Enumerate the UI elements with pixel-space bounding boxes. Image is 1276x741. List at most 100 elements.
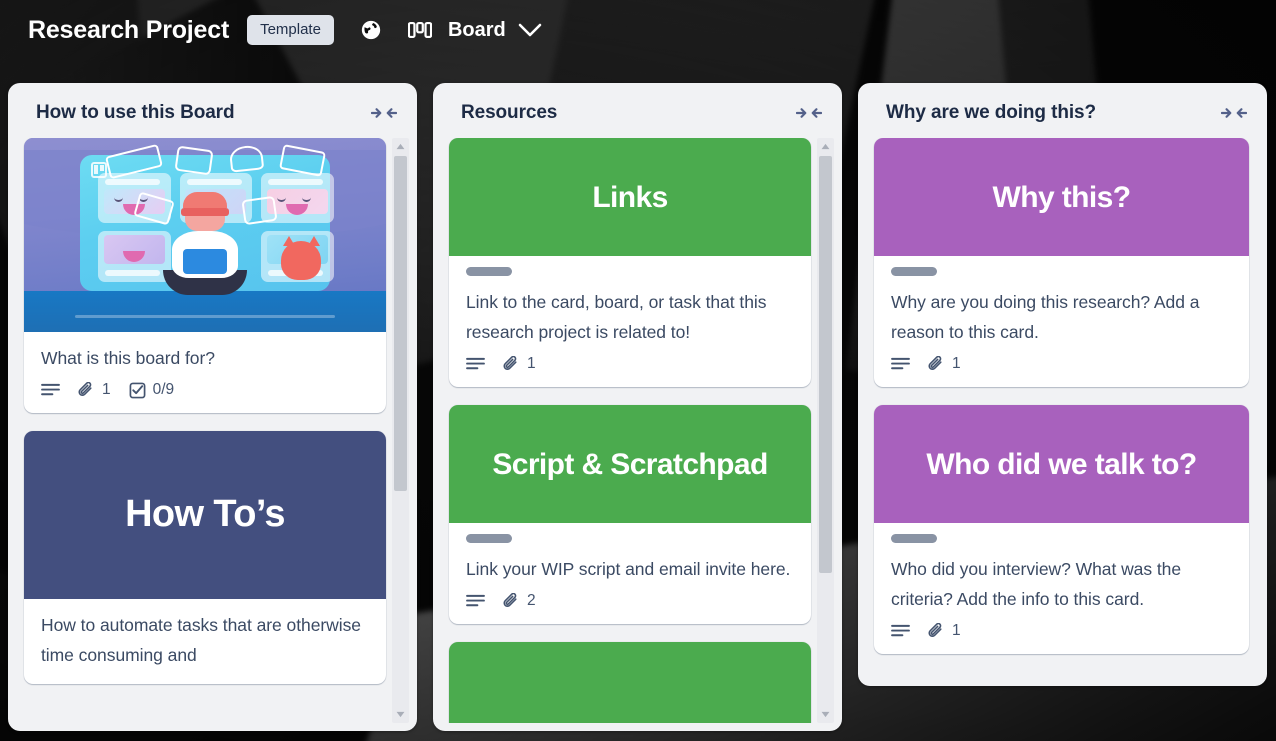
- thumbs-up-icon: [241, 195, 278, 226]
- attachment-badge: 1: [78, 381, 111, 399]
- card-cover-color: How To’s: [24, 431, 386, 600]
- board-header: Research Project Template Board: [0, 0, 1276, 60]
- card-body: Who did you interview? What was the crit…: [874, 523, 1249, 654]
- illustration-sea: [24, 291, 386, 332]
- card-why-this[interactable]: Why this? Why are you doing this researc…: [874, 138, 1249, 388]
- list-title: Resources: [461, 102, 558, 123]
- card-cover-title: How To’s: [125, 493, 285, 536]
- scrollbar-track[interactable]: [819, 156, 832, 705]
- card-body: Link to the card, board, or task that th…: [449, 256, 811, 387]
- template-badge[interactable]: Template: [247, 15, 334, 45]
- card-container: Why this? Why are you doing this researc…: [866, 138, 1259, 678]
- board-columns-icon[interactable]: [407, 21, 432, 39]
- card-label[interactable]: [891, 267, 937, 276]
- card-who-did-we-talk-to[interactable]: Who did we talk to? Who did you intervie…: [874, 405, 1249, 655]
- card-cover-color: Why this?: [874, 138, 1249, 256]
- list-resources: Resources Links Link to the card, board,…: [433, 83, 842, 731]
- card-links[interactable]: Links Link to the card, board, or task t…: [449, 138, 811, 388]
- card-badges: 1: [891, 355, 1232, 373]
- checklist-badge: 0/9: [129, 381, 175, 399]
- list-why-are-we-doing-this: Why are we doing this? Why this? Why are…: [858, 83, 1267, 686]
- illustration-cat: [281, 240, 321, 280]
- card-title: Link your WIP script and email invite he…: [466, 559, 791, 580]
- card-body: Link your WIP script and email invite he…: [449, 523, 811, 624]
- board-canvas: How to use this Board What is this board…: [0, 60, 1276, 741]
- card-container: Links Link to the card, board, or task t…: [441, 138, 813, 723]
- card-body: Why are you doing this research? Add a r…: [874, 256, 1249, 387]
- card-cover-color: [449, 642, 811, 723]
- scroll-down-icon[interactable]: [392, 706, 409, 723]
- illustration-mini-card: [98, 231, 171, 282]
- scroll-up-icon[interactable]: [817, 138, 834, 155]
- description-icon: [466, 357, 485, 372]
- list-body: Why this? Why are you doing this researc…: [866, 138, 1259, 678]
- scrollbar-track[interactable]: [394, 156, 407, 705]
- attachment-count: 1: [102, 381, 111, 399]
- collapse-list-icon[interactable]: [1221, 106, 1247, 120]
- page-title: Research Project: [28, 15, 230, 44]
- card-cover-color: Who did we talk to?: [874, 405, 1249, 524]
- list-title: How to use this Board: [36, 102, 235, 123]
- card-badges: 1 0/9: [41, 381, 369, 399]
- card-cover-title: Script & Scratchpad: [492, 447, 768, 481]
- list-body: Links Link to the card, board, or task t…: [441, 138, 834, 723]
- card-title: Who did you interview? What was the crit…: [891, 559, 1182, 610]
- card-title: Why are you doing this research? Add a r…: [891, 292, 1200, 343]
- collapse-list-icon[interactable]: [796, 106, 822, 120]
- description-icon: [41, 383, 60, 398]
- scroll-up-icon[interactable]: [392, 138, 409, 155]
- chevron-down-icon[interactable]: [518, 23, 542, 38]
- card-title: What is this board for?: [41, 348, 215, 368]
- card-cover-title: Links: [592, 180, 668, 214]
- attachment-badge: 1: [928, 355, 961, 373]
- thumbs-up-icon: [174, 145, 214, 176]
- card-cover-title: Who did we talk to?: [926, 447, 1197, 481]
- scrollbar-thumb[interactable]: [394, 156, 407, 491]
- card-body: How to automate tasks that are otherwise…: [24, 599, 386, 684]
- illustration-sea-line: [74, 315, 336, 319]
- list-scrollbar[interactable]: [392, 138, 409, 723]
- description-icon: [466, 594, 485, 609]
- card-title: How to automate tasks that are otherwise…: [41, 615, 361, 666]
- view-selector-label[interactable]: Board: [448, 19, 506, 42]
- attachment-count: 1: [952, 355, 961, 373]
- list-header: Resources: [441, 91, 834, 138]
- collapse-list-icon[interactable]: [371, 106, 397, 120]
- card-label[interactable]: [466, 267, 512, 276]
- scrollbar-thumb[interactable]: [819, 156, 832, 574]
- card-label[interactable]: [891, 534, 937, 544]
- list-scrollbar[interactable]: [817, 138, 834, 723]
- attachment-badge: 1: [928, 622, 961, 640]
- attachment-count: 1: [527, 355, 536, 373]
- globe-icon[interactable]: [360, 19, 382, 41]
- card-title: Link to the card, board, or task that th…: [466, 292, 767, 343]
- card-partially-visible[interactable]: [449, 642, 811, 723]
- illustration-character-headband: [181, 207, 229, 216]
- card-script-and-scratchpad[interactable]: Script & Scratchpad Link your WIP script…: [449, 405, 811, 625]
- description-icon: [891, 357, 910, 372]
- card-label[interactable]: [466, 534, 512, 544]
- card-cover-color: Script & Scratchpad: [449, 405, 811, 524]
- card-what-is-this-board-for[interactable]: What is this board for? 1 0/9: [24, 138, 386, 414]
- card-cover-title: Why this?: [992, 180, 1132, 214]
- list-how-to-use-this-board: How to use this Board What is this board…: [8, 83, 417, 731]
- card-badges: 1: [466, 355, 794, 373]
- attachment-count: 2: [527, 592, 536, 610]
- card-how-tos[interactable]: How To’s How to automate tasks that are …: [24, 431, 386, 685]
- checklist-count: 0/9: [152, 381, 175, 399]
- card-cover-color: Links: [449, 138, 811, 256]
- card-cover-illustration: [24, 138, 386, 332]
- attachment-count: 1: [952, 622, 961, 640]
- attachment-badge: 2: [503, 592, 536, 610]
- illustration-cat-ear: [308, 235, 321, 246]
- card-container: What is this board for? 1 0/9 How To’s H…: [16, 138, 388, 723]
- illustration-cat-ear: [282, 235, 295, 246]
- illustration-laptop: [183, 248, 227, 274]
- card-badges: 1: [891, 622, 1232, 640]
- illustration-character-hair: [183, 192, 227, 208]
- list-body: What is this board for? 1 0/9 How To’s H…: [16, 138, 409, 723]
- scroll-down-icon[interactable]: [817, 706, 834, 723]
- description-icon: [891, 624, 910, 639]
- card-badges: 2: [466, 592, 794, 610]
- list-header: How to use this Board: [16, 91, 409, 138]
